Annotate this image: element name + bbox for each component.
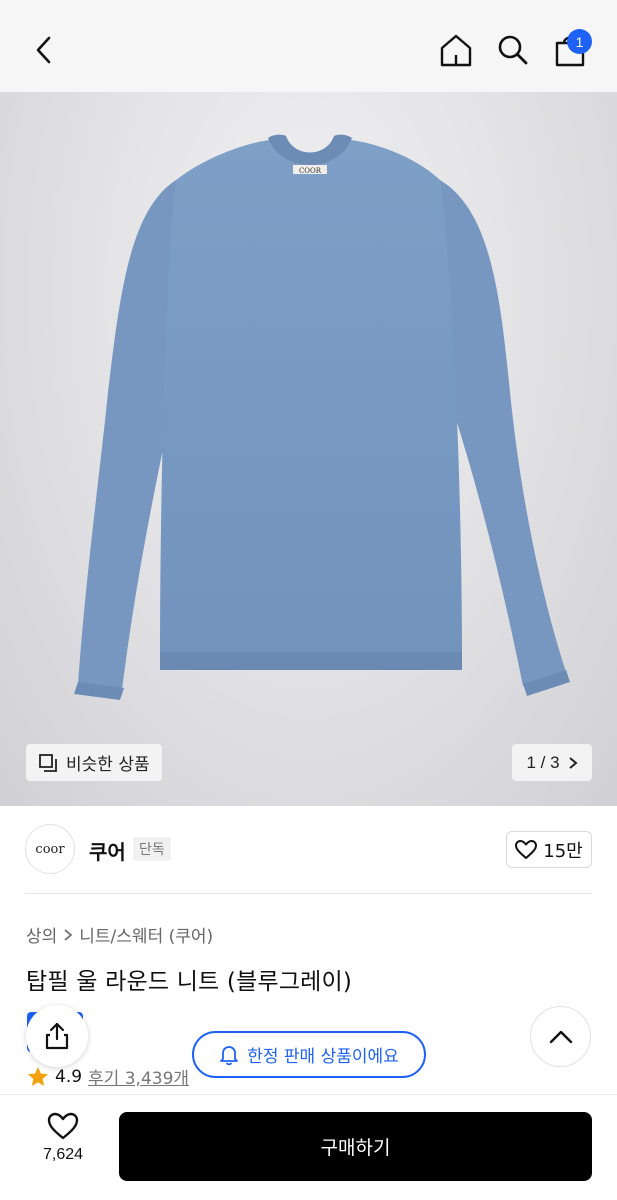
exclusive-tag: 단독 <box>133 837 171 861</box>
review-count-link[interactable]: 후기 3,439개 <box>88 1064 189 1089</box>
chevron-right-icon <box>568 756 578 769</box>
brand-like-count: 15만 <box>543 840 583 862</box>
search-button[interactable] <box>491 28 535 72</box>
star-icon <box>28 1066 48 1086</box>
heart-icon <box>515 839 538 859</box>
limited-sale-notice[interactable]: 한정 판매 상품이에요 <box>192 1031 426 1078</box>
collar-label: COOR <box>299 167 322 175</box>
rating-score: 4.9 <box>55 1066 83 1087</box>
cart-count-badge: 1 <box>567 29 592 54</box>
breadcrumb-category[interactable]: 상의 <box>26 922 57 947</box>
share-icon <box>45 1022 69 1050</box>
limited-sale-label: 한정 판매 상품이에요 <box>247 1047 399 1067</box>
brand-like-button[interactable]: 15만 <box>506 831 592 868</box>
share-button[interactable] <box>26 1005 88 1067</box>
rating-row: 4.9 후기 3,439개 <box>27 1064 189 1089</box>
scroll-to-top-button[interactable] <box>530 1006 591 1067</box>
product-image-sweater: COOR <box>74 134 570 700</box>
product-image-carousel[interactable]: COOR <box>0 92 617 806</box>
search-icon <box>498 35 528 65</box>
heart-icon <box>47 1112 79 1140</box>
divider <box>25 893 592 894</box>
chevron-left-icon <box>36 36 51 64</box>
chevron-up-icon <box>549 1030 572 1043</box>
wishlist-count: 7,624 <box>42 1146 84 1163</box>
buy-button[interactable]: 구매하기 <box>119 1112 592 1181</box>
back-button[interactable] <box>22 28 66 72</box>
home-icon <box>440 34 472 67</box>
image-pager[interactable]: 1 / 3 <box>512 744 592 781</box>
bell-icon <box>220 1045 239 1065</box>
chevron-right-icon <box>64 928 73 941</box>
breadcrumb-subcategory[interactable]: 니트/스웨터 (쿠어) <box>79 922 213 947</box>
breadcrumb: 상의 니트/스웨터 (쿠어) <box>26 922 213 947</box>
copy-squares-icon <box>39 753 57 772</box>
similar-products-button[interactable]: 비슷한 상품 <box>26 744 162 781</box>
image-pager-text: 1 / 3 <box>526 752 560 772</box>
product-title: 탑필 울 라운드 니트 (블루그레이) <box>26 969 353 995</box>
top-bar: 1 <box>0 0 617 92</box>
home-button[interactable] <box>434 28 478 72</box>
brand-name[interactable]: 쿠어 <box>89 836 126 865</box>
brand-logo[interactable]: coor <box>25 824 75 874</box>
similar-products-label: 비슷한 상품 <box>66 755 150 775</box>
wishlist-button[interactable]: 7,624 <box>28 1112 98 1164</box>
brand-logo-text: coor <box>35 841 65 857</box>
